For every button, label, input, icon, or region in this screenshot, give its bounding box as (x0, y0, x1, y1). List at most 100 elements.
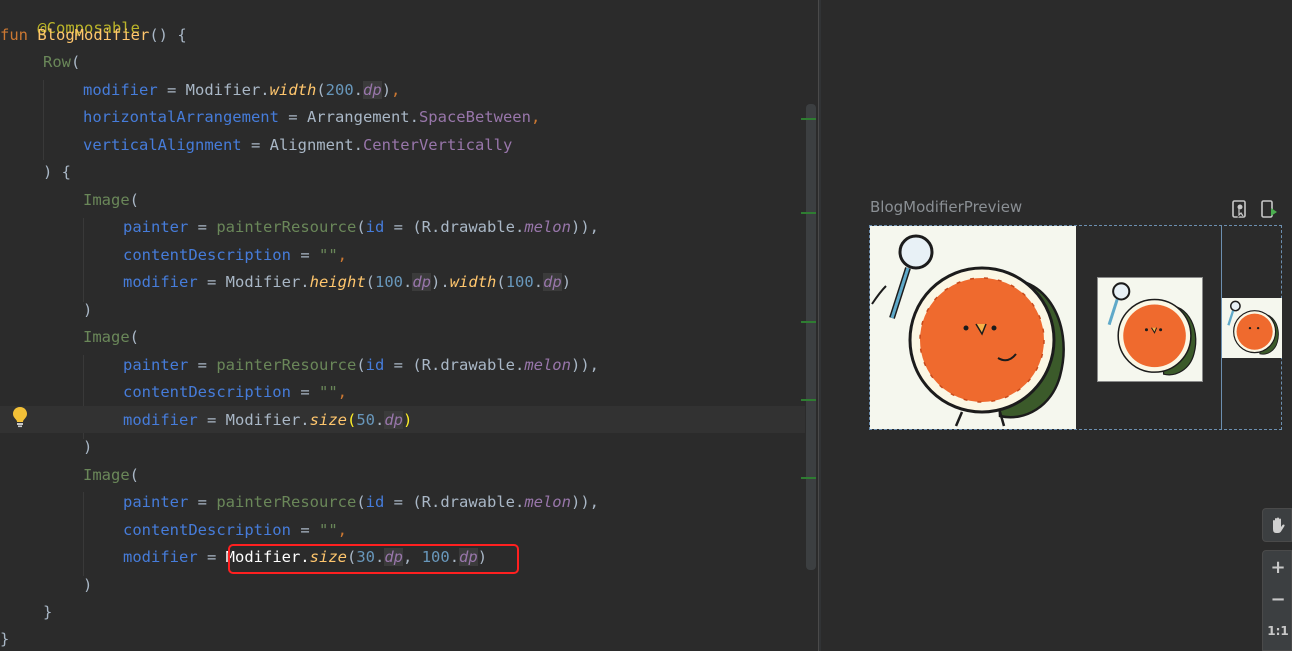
modifier-token: Modifier. (185, 81, 270, 99)
matched-paren: ) (403, 411, 413, 429)
string-token: "" (318, 383, 338, 401)
punctuation-token: . (353, 81, 364, 99)
image-call-token: Image (83, 466, 130, 484)
code-line[interactable]: contentDescription = "", (123, 520, 347, 547)
code-line[interactable]: Image( (83, 465, 139, 492)
punctuation-token: () { (149, 26, 187, 44)
modifier-token: Modifier. (225, 411, 310, 429)
melon-resource-token: melon (524, 493, 571, 511)
lightbulb-icon[interactable] (12, 406, 28, 428)
param-token: modifier (83, 81, 158, 99)
code-line[interactable]: painter = painterResource(id = (R.drawab… (123, 217, 599, 244)
hand-icon (1273, 517, 1285, 533)
number-token: 50 (356, 411, 375, 429)
param-token: contentDescription (123, 521, 291, 539)
compose-preview-pane[interactable]: BlogModifierPreview + − 1:1 (821, 0, 1292, 651)
code-line[interactable]: painter = painterResource(id = (R.drawab… (123, 355, 599, 382)
number-token: 200 (325, 81, 354, 99)
param-token: modifier (123, 411, 198, 429)
matched-paren: ( (346, 411, 357, 429)
operator-token: = (290, 383, 319, 401)
preview-title: BlogModifierPreview (870, 198, 1023, 216)
code-line-current[interactable]: modifier = Modifier.size(50.dp) (0, 406, 805, 433)
height-ext-token: height (309, 273, 366, 291)
punctuation-token: . (440, 273, 450, 291)
code-line[interactable]: modifier = Modifier.height(100.dp).width… (123, 272, 571, 299)
code-line[interactable]: Image( (83, 190, 139, 217)
code-line[interactable]: ) (83, 575, 92, 602)
keyword-token: fun (0, 26, 28, 44)
code-line[interactable]: Image( (83, 327, 139, 354)
punctuation-token: , (337, 246, 347, 264)
change-marker (801, 118, 816, 120)
code-line[interactable]: ) (83, 437, 92, 464)
punctuation-token: . (375, 411, 385, 429)
code-line[interactable]: ) { (43, 162, 71, 189)
alignment-token: Alignment. (269, 136, 363, 154)
punctuation-token: ( (496, 273, 506, 291)
code-line[interactable]: Row( (43, 52, 80, 79)
code-line[interactable]: } (0, 629, 9, 651)
dp-token: dp (412, 273, 432, 291)
code-editor[interactable]: @Composable fun BlogModifier() { Row( mo… (0, 0, 818, 651)
dp-token: dp (363, 81, 382, 99)
punctuation-token: ) (83, 576, 93, 594)
preview-render-frame (869, 225, 1282, 430)
property-token: CenterVertically (362, 136, 513, 154)
code-line[interactable]: ) (83, 300, 92, 327)
zoom-out-button[interactable]: − (1263, 583, 1292, 615)
code-line[interactable]: horizontalArrangement = Arrangement.Spac… (83, 107, 540, 134)
punctuation-token: )), (570, 493, 599, 511)
code-line[interactable]: modifier = Modifier.width(200.dp), (83, 80, 400, 107)
resource-token: (R.drawable. (412, 356, 525, 374)
param-token: modifier (123, 548, 198, 566)
punctuation-token: . (533, 273, 544, 291)
param-token: painter (123, 218, 189, 236)
red-highlight-box (228, 544, 519, 574)
punctuation-token: , (391, 81, 401, 99)
punctuation-token: ) (83, 438, 93, 456)
size-ext-token: size (309, 411, 347, 429)
modifier-token: Modifier. (225, 273, 310, 291)
row-call-token: Row (43, 53, 71, 71)
code-line[interactable]: contentDescription = "", (123, 245, 347, 272)
painter-resource-token: painterResource (216, 493, 357, 511)
change-marker (801, 399, 816, 401)
punctuation-token: , (530, 108, 541, 126)
zoom-in-button[interactable]: + (1263, 551, 1292, 583)
code-line[interactable]: } (43, 602, 52, 629)
melon-image-medium (1097, 277, 1203, 382)
code-line[interactable]: fun BlogModifier() { (0, 25, 187, 52)
code-line[interactable]: verticalAlignment = Alignment.CenterVert… (83, 135, 512, 162)
width-ext-token: width (449, 273, 497, 291)
pan-toolbar (1262, 508, 1292, 542)
code-line[interactable]: @Composable (0, 0, 140, 37)
deploy-to-device-icon[interactable] (1260, 200, 1278, 218)
string-token: "" (318, 521, 338, 539)
string-token: "" (318, 246, 338, 264)
punctuation-token: } (43, 603, 53, 621)
interactive-mode-icon[interactable] (1231, 200, 1249, 218)
punctuation-token: ( (71, 53, 81, 71)
melon-resource-token: melon (524, 218, 571, 236)
painter-resource-token: painterResource (216, 356, 357, 374)
operator-token: = (188, 493, 217, 511)
operator-token: = (241, 136, 270, 154)
punctuation-token: , (337, 521, 347, 539)
pan-tool-button[interactable] (1263, 509, 1292, 541)
number-token: 100 (375, 273, 403, 291)
zoom-toolbar: + − 1:1 (1262, 550, 1292, 651)
code-line[interactable]: painter = painterResource(id = (R.drawab… (123, 492, 599, 519)
punctuation-token: ( (129, 191, 140, 209)
dp-token: dp (384, 411, 404, 429)
melon-resource-token: melon (524, 356, 571, 374)
property-token: SpaceBetween (418, 108, 531, 126)
number-token: 100 (505, 273, 534, 291)
punctuation-token: ) (381, 81, 392, 99)
punctuation-token: ( (129, 466, 140, 484)
zoom-actual-size-button[interactable]: 1:1 (1263, 615, 1292, 647)
punctuation-token: ( (356, 218, 366, 236)
code-line[interactable]: contentDescription = "", (123, 382, 347, 409)
resource-token: (R.drawable. (412, 493, 525, 511)
editor-scrollbar[interactable] (806, 104, 816, 570)
